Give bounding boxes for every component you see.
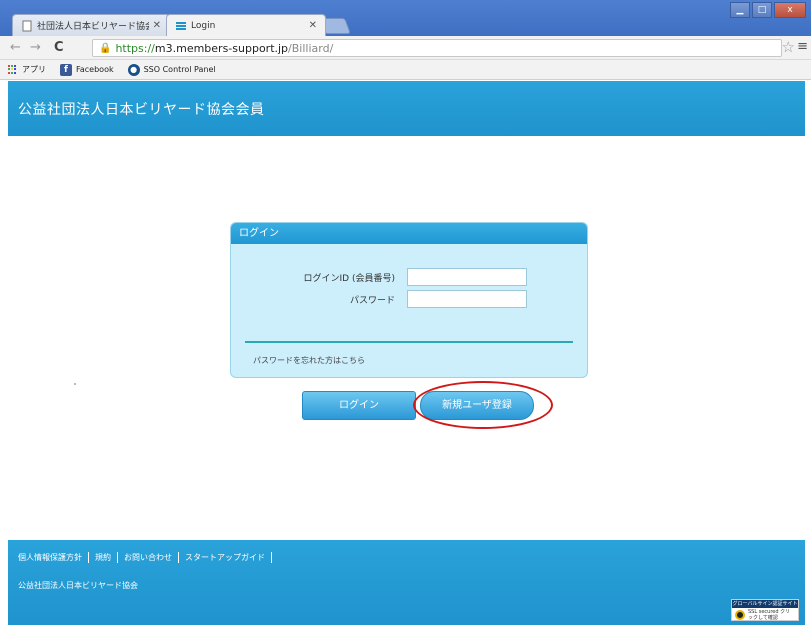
contact-link[interactable]: お問い合わせ xyxy=(118,552,179,563)
terms-link[interactable]: 規約 xyxy=(89,552,118,563)
bookmark-apps[interactable]: アプリ xyxy=(8,64,46,75)
ssl-badge-title: グローバルサイン認証サイト xyxy=(732,600,798,608)
site-footer: 個人情報保護方針 規約 お問い合わせ スタートアップガイド 公益社団法人日本ビリ… xyxy=(8,540,805,625)
password-input[interactable] xyxy=(407,290,527,308)
site-header: 公益社団法人日本ビリヤード協会会員 xyxy=(8,81,805,136)
bookmark-label: SSO Control Panel xyxy=(143,65,216,74)
browser-titlebar: 社団法人日本ビリヤード協会 ✕ Login ✕ ▁ □ x xyxy=(0,0,811,36)
login-id-input[interactable] xyxy=(407,268,527,286)
lock-icon: 🔒 xyxy=(99,42,112,54)
stray-dot xyxy=(74,383,76,385)
page-icon xyxy=(21,20,33,32)
main-content: ログイン ログインID (会員番号) パスワード パスワードを忘れた方はこちら … xyxy=(8,136,805,540)
tab-billiard-association[interactable]: 社団法人日本ビリヤード協会 ✕ xyxy=(12,14,170,36)
tab-title: 社団法人日本ビリヤード協会 xyxy=(37,22,149,32)
maximize-button[interactable]: □ xyxy=(752,2,772,18)
forgot-password-link[interactable]: パスワードを忘れた方はこちら xyxy=(253,355,365,366)
highlight-circle-annotation xyxy=(413,381,553,429)
back-arrow-icon[interactable]: ← xyxy=(10,40,21,56)
ssl-seal-icon xyxy=(735,610,745,620)
ssl-badge[interactable]: グローバルサイン認証サイト SSL secured クリックして確認 xyxy=(731,599,799,621)
login-panel-heading: ログイン xyxy=(231,223,587,244)
tab-title: Login xyxy=(191,20,216,31)
ssl-badge-text: SSL secured クリックして確認 xyxy=(748,609,791,621)
bookmark-sso[interactable]: ● SSO Control Panel xyxy=(127,63,216,76)
close-icon[interactable]: ✕ xyxy=(153,20,161,31)
login-button[interactable]: ログイン xyxy=(302,391,416,420)
apps-icon xyxy=(8,64,18,75)
url-host: m3.members-support.jp xyxy=(154,41,289,55)
reload-icon[interactable]: C xyxy=(54,40,64,56)
browser-toolbar: ← → C 🔒 https:// m3.members-support.jp /… xyxy=(0,36,811,60)
minimize-button[interactable]: ▁ xyxy=(730,2,750,18)
bookmark-label: アプリ xyxy=(22,65,46,74)
password-label: パスワード xyxy=(349,295,395,306)
login-id-label: ログインID (会員番号) xyxy=(303,273,395,284)
close-window-button[interactable]: x xyxy=(774,2,806,18)
login-id-row: ログインID (会員番号) xyxy=(231,268,527,286)
password-row: パスワード xyxy=(231,290,527,308)
bookmark-star-icon[interactable]: ☆ xyxy=(782,38,795,56)
login-panel: ログイン ログインID (会員番号) パスワード パスワードを忘れた方はこちら xyxy=(230,222,588,378)
startup-guide-link[interactable]: スタートアップガイド xyxy=(179,552,272,563)
facebook-icon: f xyxy=(60,63,72,76)
forward-arrow-icon[interactable]: → xyxy=(30,40,41,56)
url-path: /Billiard/ xyxy=(288,41,334,55)
tab-login[interactable]: Login ✕ xyxy=(166,14,326,36)
address-bar[interactable]: 🔒 https:// m3.members-support.jp /Billia… xyxy=(92,39,782,57)
bookmarks-bar: アプリ f Facebook ● SSO Control Panel xyxy=(0,60,811,80)
divider xyxy=(245,341,573,343)
close-icon[interactable]: ✕ xyxy=(309,20,317,31)
site-favicon-icon xyxy=(175,20,187,32)
sso-icon: ● xyxy=(127,63,140,76)
site-title: 公益社団法人日本ビリヤード協会会員 xyxy=(18,102,265,118)
menu-icon[interactable]: ≡ xyxy=(797,39,808,54)
privacy-policy-link[interactable]: 個人情報保護方針 xyxy=(18,552,89,563)
url-scheme: https:// xyxy=(115,41,155,55)
footer-organization: 公益社団法人日本ビリヤード協会 xyxy=(18,581,138,590)
footer-links: 個人情報保護方針 規約 お問い合わせ スタートアップガイド xyxy=(18,552,272,563)
bookmark-label: Facebook xyxy=(76,65,114,74)
bookmark-facebook[interactable]: f Facebook xyxy=(60,63,114,76)
